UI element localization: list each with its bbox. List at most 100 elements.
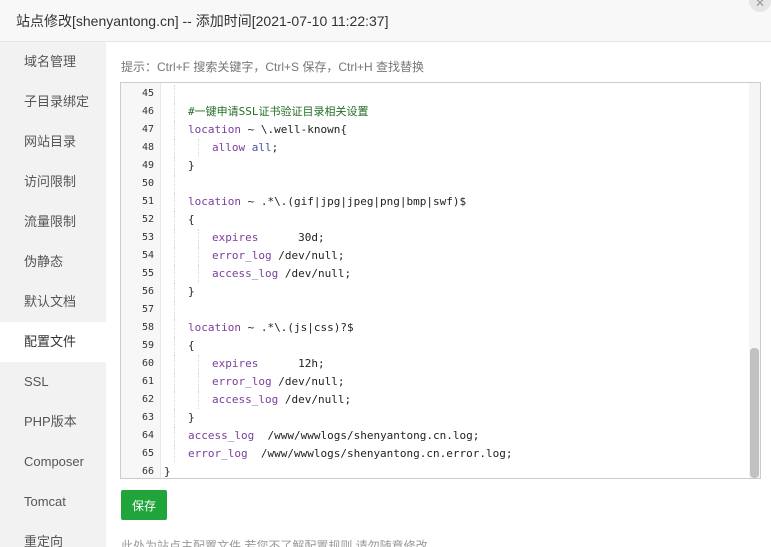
code-token: ~ .*\.(gif|jpg|jpeg|png|bmp|swf)$ [240,195,467,208]
config-panel: 提示：Ctrl+F 搜索关键字，Ctrl+S 保存，Ctrl+H 查找替换 45… [106,42,771,547]
code-token: #一键申请SSL证书验证目录相关设置 [188,105,369,118]
line-number: 54 [141,250,154,261]
sidebar-item[interactable]: PHP版本 [0,402,106,442]
indent-guide [198,139,199,157]
indent-guide [174,337,175,355]
code-text: allow all; [212,139,278,157]
line-number: 64 [141,430,154,441]
indent-guide [174,211,175,229]
code-text: location ~ .*\.(js|css)?$ [188,319,354,337]
code-line: 63} [121,409,760,427]
sidebar-item[interactable]: 伪静态 [0,242,106,282]
code-token: /www/wwwlogs/shenyantong.cn.log; [254,429,480,442]
code-token: all [251,141,272,154]
sidebar-item[interactable]: Composer [0,442,106,482]
code-token: ~ .*\.(js|css)?$ [240,321,354,334]
code-text: } [188,283,195,301]
code-line: 64 access_log /www/wwwlogs/shenyantong.cn… [121,427,760,445]
sidebar-item[interactable]: 子目录绑定 [0,82,106,122]
sidebar-item[interactable]: 流量限制 [0,202,106,242]
code-line: 52 { [121,211,760,229]
indent-guide [174,85,175,103]
code-editor[interactable]: 45 46 #一键申请SSL证书验证目录相关设置 47 location ~ \.wel… [120,82,761,479]
line-number: 65 [141,448,154,459]
line-number: 57 [141,304,154,315]
line-number: 46 [141,106,154,117]
code-token: error_log [212,375,272,388]
indent-guide [174,427,175,445]
sidebar-item[interactable]: 重定向 [0,522,106,547]
code-token: location [188,195,241,208]
line-number: 59 [141,340,154,351]
sidebar-item[interactable]: 访问限制 [0,162,106,202]
config-warning-note: 此处为站点主配置文件,若您不了解配置规则,请勿随意修改. [121,539,432,547]
code-token: access_log [188,429,255,442]
code-text: } [188,409,195,427]
code-text: access_log /dev/null; [212,391,351,409]
line-number: 48 [141,142,154,153]
line-number: 50 [141,178,154,189]
indent-guide [174,301,175,319]
editor-lines[interactable]: 45 46 #一键申请SSL证书验证目录相关设置 47 location ~ \.wel… [121,85,760,478]
indent-guide [174,319,175,337]
line-number: 55 [141,268,154,279]
sidebar-item[interactable]: 默认文档 [0,282,106,322]
code-token: { [188,339,195,352]
code-line: 56} [121,283,760,301]
indent-guide [174,247,175,265]
indent-guide [174,139,175,157]
indent-guide [174,175,175,193]
code-token: /dev/null; [278,393,352,406]
code-line: 58 location ~ .*\.(js|css)?$ [121,319,760,337]
close-icon[interactable]: ✕ [749,0,771,12]
code-line: 55 access_log /dev/null; [121,265,760,283]
line-number: 53 [141,232,154,243]
code-text: } [164,463,171,478]
indent-guide [174,409,175,427]
line-number: 61 [141,376,154,387]
line-number: 56 [141,286,154,297]
indent-guide [198,373,199,391]
code-text: access_log /www/wwwlogs/shenyantong.cn.l… [188,427,479,445]
indent-guide [198,391,199,409]
code-token: allow [212,141,246,154]
sidebar-item[interactable]: SSL [0,362,106,402]
line-number: 66 [141,466,154,477]
line-number: 58 [141,322,154,333]
code-token: error_log [212,249,272,262]
sidebar-item[interactable]: 网站目录 [0,122,106,162]
line-number: 49 [141,160,154,171]
code-token: expires [212,231,259,244]
editor-scroll-thumb[interactable] [750,348,759,478]
code-line: 54 error_log /dev/null; [121,247,760,265]
save-button[interactable]: 保存 [121,490,167,520]
code-token: } [188,159,195,172]
code-text: } [188,157,195,175]
indent-guide [198,355,199,373]
code-token: /dev/null; [278,267,352,280]
indent-guide [198,247,199,265]
indent-guide [174,157,175,175]
code-text: error_log /www/wwwlogs/shenyantong.cn.er… [188,445,513,463]
code-text: error_log /dev/null; [212,247,344,265]
code-token: } [164,465,171,478]
code-line: 49} [121,157,760,175]
indent-guide [174,193,175,211]
indent-guide [174,445,175,463]
code-line: 51 location ~ .*\.(gif|jpg|jpeg|png|bmp|s… [121,193,760,211]
code-text: #一键申请SSL证书验证目录相关设置 [188,103,369,121]
editor-scrollbar[interactable] [749,83,760,478]
sidebar-item[interactable]: 配置文件 [0,322,106,362]
indent-guide [174,391,175,409]
indent-guide [174,373,175,391]
line-number: 45 [141,88,154,99]
dialog-titlebar: 站点修改[shenyantong.cn] -- 添加时间[2021-07-10 … [0,0,771,42]
code-line: 66} [121,463,760,478]
sidebar-item[interactable]: Tomcat [0,482,106,522]
code-line: 45 [121,85,760,103]
code-line: 57 [121,301,760,319]
sidebar-item[interactable]: 域名管理 [0,42,106,82]
code-token: 30d; [258,231,325,244]
code-token: ; [271,141,279,154]
